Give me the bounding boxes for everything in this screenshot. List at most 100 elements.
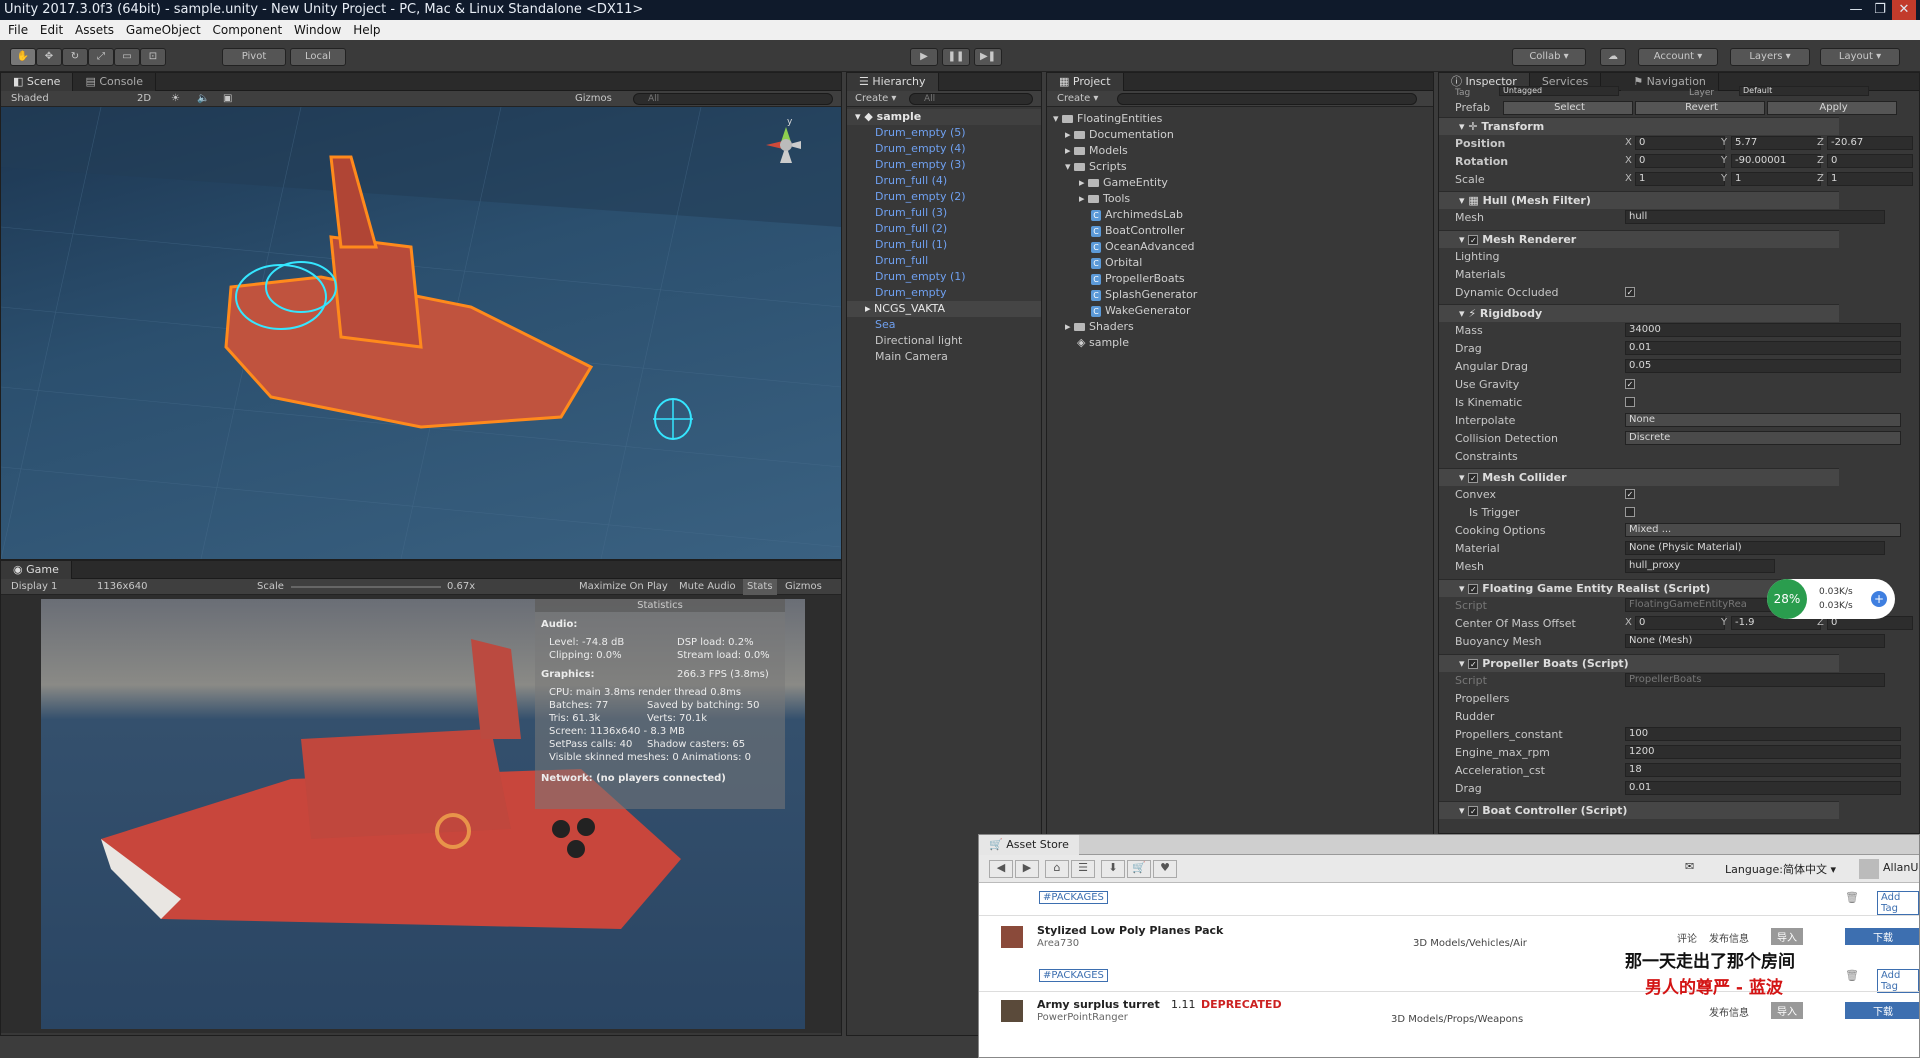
- enabled-checkbox[interactable]: ✓: [1468, 473, 1479, 483]
- shading-dropdown[interactable]: Shaded: [11, 91, 49, 107]
- tag-dropdown[interactable]: Untagged: [1499, 86, 1619, 96]
- import-button[interactable]: 导入: [1771, 1002, 1803, 1019]
- local-button[interactable]: Local: [290, 48, 346, 66]
- scale-x-field[interactable]: 1: [1635, 172, 1725, 186]
- rotate-tool-icon[interactable]: ↻: [62, 48, 88, 66]
- mute-audio-toggle[interactable]: Mute Audio: [679, 579, 736, 595]
- layout-button[interactable]: Layout ▾: [1820, 48, 1900, 66]
- effects-icon[interactable]: ▣: [223, 91, 232, 107]
- folder-row[interactable]: ▾ FloatingEntities: [1047, 111, 1433, 127]
- transform-tool-icon[interactable]: ⊡: [140, 48, 166, 66]
- menu-gameobject[interactable]: GameObject: [126, 23, 201, 37]
- engine-rpm-field[interactable]: 1200: [1625, 745, 1901, 759]
- script-row[interactable]: C SplashGenerator: [1047, 287, 1433, 303]
- list-item[interactable]: Drum_full: [847, 253, 1041, 269]
- layers-button[interactable]: Layers ▾: [1730, 48, 1810, 66]
- folder-row[interactable]: ▸ Tools: [1047, 191, 1433, 207]
- list-item[interactable]: Directional light: [847, 333, 1041, 349]
- hierarchy-create-dropdown[interactable]: Create ▾: [855, 91, 896, 107]
- com-x-field[interactable]: 0: [1635, 616, 1725, 630]
- rudder-foldout[interactable]: Rudder: [1455, 709, 1494, 724]
- layer-dropdown[interactable]: Default: [1739, 86, 1869, 96]
- cart-icon[interactable]: 🛒: [1127, 860, 1151, 878]
- packages-tag[interactable]: #PACKAGES: [1039, 969, 1108, 982]
- packages-tag[interactable]: #PACKAGES: [1039, 891, 1108, 904]
- tab-game[interactable]: ◉ Game: [1, 561, 72, 579]
- heart-icon[interactable]: ♥: [1153, 860, 1177, 878]
- back-icon[interactable]: ◀: [989, 860, 1013, 878]
- menu-window[interactable]: Window: [294, 23, 341, 37]
- menu-assets[interactable]: Assets: [75, 23, 114, 37]
- rotation-y-field[interactable]: -90.00001: [1731, 154, 1821, 168]
- prefab-revert-button[interactable]: Revert: [1635, 101, 1765, 115]
- list-item[interactable]: Drum_empty: [847, 285, 1041, 301]
- material-field[interactable]: None (Physic Material): [1625, 541, 1885, 555]
- account-button[interactable]: Account ▾: [1638, 48, 1718, 66]
- pivot-button[interactable]: Pivot: [222, 48, 286, 66]
- collision-detection-dropdown[interactable]: Discrete: [1625, 431, 1901, 445]
- constraints-foldout[interactable]: Constraints: [1455, 449, 1518, 464]
- list-icon[interactable]: ☰: [1071, 860, 1095, 878]
- trash-icon[interactable]: 🗑: [1845, 969, 1859, 982]
- rotation-x-field[interactable]: 0: [1635, 154, 1725, 168]
- minimize-icon[interactable]: —: [1844, 0, 1868, 20]
- list-item[interactable]: Army surplus turret 1.11 DEPRECATED Powe…: [979, 991, 1919, 1041]
- hand-tool-icon[interactable]: ✋: [10, 48, 36, 66]
- folder-row[interactable]: ▸ GameEntity: [1047, 175, 1433, 191]
- rotation-z-field[interactable]: 0: [1827, 154, 1913, 168]
- mode-2d-toggle[interactable]: 2D: [137, 91, 151, 107]
- enabled-checkbox[interactable]: ✓: [1468, 659, 1479, 669]
- package-author[interactable]: PowerPointRanger: [1037, 1012, 1128, 1023]
- folder-row[interactable]: ▸ Documentation: [1047, 127, 1433, 143]
- boat-controller-header[interactable]: ▾ ✓ Boat Controller (Script): [1439, 801, 1839, 819]
- tab-scene[interactable]: ◧ Scene: [1, 73, 74, 91]
- interpolate-dropdown[interactable]: None: [1625, 413, 1901, 427]
- pause-icon[interactable]: ❚❚: [942, 48, 970, 66]
- menu-file[interactable]: File: [8, 23, 28, 37]
- rigidbody-header[interactable]: ▾ ⚡ Rigidbody: [1439, 304, 1839, 322]
- trash-icon[interactable]: 🗑: [1845, 891, 1859, 904]
- is-trigger-checkbox[interactable]: [1625, 507, 1635, 517]
- prefab-apply-button[interactable]: Apply: [1767, 101, 1897, 115]
- package-name[interactable]: Stylized Low Poly Planes Pack: [1037, 924, 1223, 937]
- list-item[interactable]: Drum_full (3): [847, 205, 1041, 221]
- drag-field[interactable]: 0.01: [1625, 341, 1901, 355]
- mesh-renderer-header[interactable]: ▾ ✓ Mesh Renderer: [1439, 230, 1839, 248]
- tab-asset-store[interactable]: 🛒 Asset Store: [979, 835, 1079, 855]
- propeller-drag-field[interactable]: 0.01: [1625, 781, 1901, 795]
- step-icon[interactable]: ▶❚: [974, 48, 1002, 66]
- close-icon[interactable]: ✕: [1892, 0, 1916, 20]
- transform-header[interactable]: ▾ ✛ Transform: [1439, 117, 1839, 135]
- is-kinematic-checkbox[interactable]: [1625, 397, 1635, 407]
- enabled-checkbox[interactable]: ✓: [1468, 584, 1479, 594]
- downloads-icon[interactable]: ⬇: [1101, 860, 1125, 878]
- mesh-filter-header[interactable]: ▾ ▦ Hull (Mesh Filter): [1439, 191, 1839, 209]
- list-item[interactable]: Drum_empty (3): [847, 157, 1041, 173]
- scale-slider[interactable]: [291, 586, 441, 588]
- release-notes-link[interactable]: 发布信息: [1709, 1004, 1749, 1019]
- script-row[interactable]: C OceanAdvanced: [1047, 239, 1433, 255]
- scene-viewport[interactable]: y: [1, 107, 841, 559]
- rect-tool-icon[interactable]: ▭: [114, 48, 140, 66]
- buoyancy-mesh-field[interactable]: None (Mesh): [1625, 634, 1885, 648]
- move-tool-icon[interactable]: ✥: [36, 48, 62, 66]
- dynamic-occluded-checkbox[interactable]: ✓: [1625, 287, 1635, 297]
- tab-project[interactable]: ▦ Project: [1047, 73, 1124, 91]
- enabled-checkbox[interactable]: ✓: [1468, 235, 1479, 245]
- menu-help[interactable]: Help: [353, 23, 380, 37]
- folder-row[interactable]: ▾ Scripts: [1047, 159, 1433, 175]
- scene-asset-row[interactable]: ◈ sample: [1047, 335, 1433, 351]
- propeller-boats-header[interactable]: ▾ ✓ Propeller Boats (Script): [1439, 654, 1839, 672]
- scene-search-input[interactable]: All: [633, 93, 833, 105]
- list-item[interactable]: Drum_empty (2): [847, 189, 1041, 205]
- mesh-field[interactable]: hull: [1625, 210, 1885, 224]
- script-row[interactable]: C PropellerBoats: [1047, 271, 1433, 287]
- folder-row[interactable]: ▸ Shaders: [1047, 319, 1433, 335]
- import-button[interactable]: 导入: [1771, 928, 1803, 945]
- maximize-icon[interactable]: ❐: [1868, 0, 1892, 20]
- list-item[interactable]: Main Camera: [847, 349, 1041, 365]
- scale-z-field[interactable]: 1: [1827, 172, 1913, 186]
- lighting-icon[interactable]: ☀: [171, 91, 180, 107]
- script-row[interactable]: C ArchimedsLab: [1047, 207, 1433, 223]
- prefab-select-button[interactable]: Select: [1503, 101, 1633, 115]
